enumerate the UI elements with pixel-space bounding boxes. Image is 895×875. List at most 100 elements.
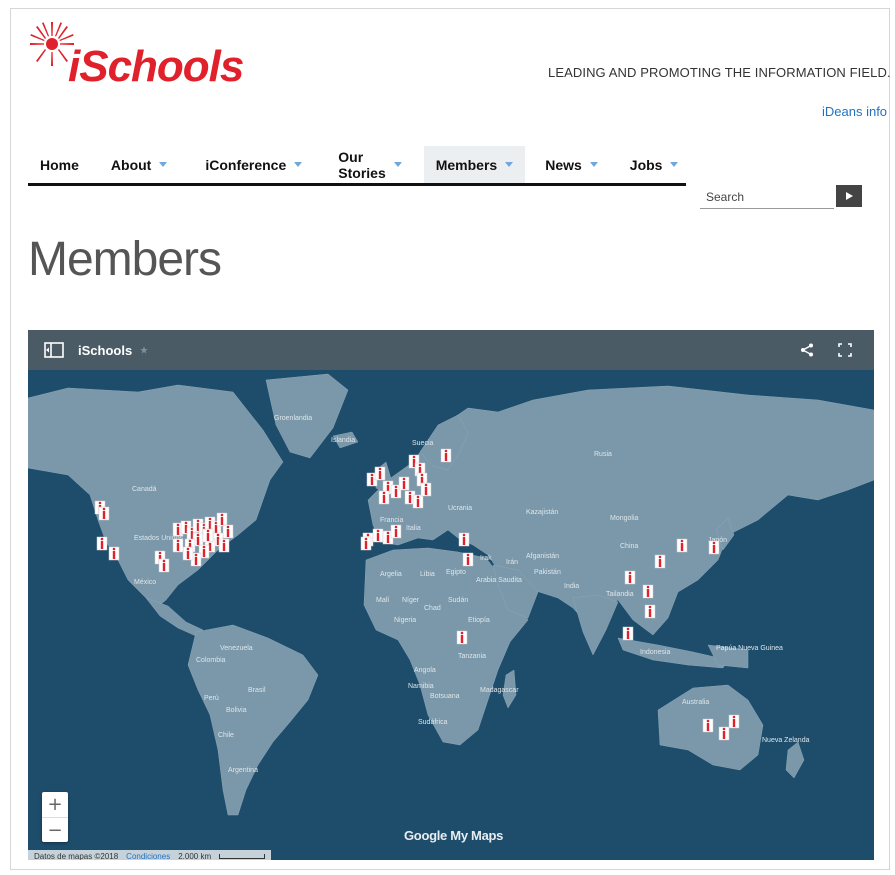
label-colombia: Colombia [196, 657, 226, 664]
label-francia: Francia [380, 517, 403, 524]
member-pin[interactable] [458, 532, 470, 547]
label-china: China [620, 543, 638, 550]
terms-link[interactable]: Condiciones [126, 852, 170, 861]
member-pin[interactable] [360, 536, 372, 551]
member-pin[interactable] [708, 540, 720, 555]
label-australia: Australia [682, 699, 709, 706]
member-pin[interactable] [420, 482, 432, 497]
nav-item-label: News [545, 156, 582, 173]
site-tagline: LEADING AND PROMOTING THE INFORMATION FI… [548, 65, 891, 80]
scale-label: 2.000 km [178, 851, 212, 861]
play-arrow-icon [846, 192, 853, 200]
label-mexico: México [134, 579, 156, 586]
chevron-down-icon [505, 162, 514, 167]
label-angola: Angola [414, 667, 436, 674]
label-brasil: Brasil [248, 687, 266, 694]
member-pin[interactable] [398, 476, 410, 491]
label-tailandia: Tailandia [606, 591, 634, 598]
label-egipto: Egipto [446, 569, 466, 576]
label-argentina: Argentina [228, 767, 258, 774]
nav-item-label: Jobs [629, 156, 663, 173]
label-rusia: Rusia [594, 451, 612, 458]
label-indonesia: Indonesia [640, 649, 670, 656]
search-box [700, 185, 862, 209]
label-iran: Irán [506, 559, 518, 566]
nav-item-our-stories[interactable]: Our Stories [326, 146, 413, 183]
search-submit-button[interactable] [836, 185, 862, 207]
label-venezuela: Venezuela [220, 645, 253, 652]
member-pin[interactable] [182, 546, 194, 561]
member-pin[interactable] [172, 538, 184, 553]
member-pin[interactable] [98, 506, 110, 521]
star-icon[interactable] [140, 346, 148, 354]
member-pin[interactable] [108, 546, 120, 561]
map-attribution: Datos de mapas ©2018 Condiciones 2.000 k… [28, 850, 272, 861]
nav-item-about[interactable]: About [99, 146, 179, 183]
member-pin[interactable] [728, 714, 740, 729]
zoom-out-button[interactable]: − [42, 817, 68, 842]
chevron-down-icon [159, 162, 168, 167]
member-pin[interactable] [456, 630, 468, 645]
member-pin[interactable] [202, 528, 214, 543]
member-pin[interactable] [676, 538, 688, 553]
chevron-down-icon [393, 162, 402, 167]
label-niger: Níger [402, 597, 420, 604]
member-pin[interactable] [158, 558, 170, 573]
embedded-map[interactable]: iSchools Groenlandia Islandia Suecia Rus… [28, 330, 874, 860]
member-pin[interactable] [440, 448, 452, 463]
label-peru: Perú [204, 695, 219, 702]
label-india: India [564, 583, 579, 590]
label-nueva-zelanda: Nueva Zelanda [762, 737, 810, 744]
member-pin[interactable] [378, 490, 390, 505]
page-title: Members [28, 233, 222, 286]
member-pin[interactable] [462, 552, 474, 567]
member-pin[interactable] [624, 570, 636, 585]
label-mongolia: Mongolia [610, 515, 639, 522]
nav-item-jobs[interactable]: Jobs [618, 146, 691, 183]
nav-item-news[interactable]: News [533, 146, 610, 183]
member-pin[interactable] [372, 528, 384, 543]
member-pin[interactable] [374, 466, 386, 481]
sidebar-toggle-icon[interactable] [44, 342, 64, 358]
logo-text: iSchools [68, 42, 244, 91]
member-pin[interactable] [622, 626, 634, 641]
nav-item-members[interactable]: Members [423, 146, 526, 183]
member-pin[interactable] [412, 494, 424, 509]
member-pin[interactable] [644, 604, 656, 619]
google-my-maps-logo: Google My Maps [404, 828, 504, 843]
member-pin[interactable] [96, 536, 108, 551]
label-sudafrica: Sudáfrica [418, 719, 448, 726]
label-afganistan: Afganistán [526, 553, 559, 560]
label-libia: Libia [420, 571, 435, 578]
label-bolivia: Bolivia [226, 707, 247, 714]
member-pin[interactable] [222, 524, 234, 539]
member-pin[interactable] [702, 718, 714, 733]
chevron-down-icon [670, 162, 679, 167]
nav-item-iconference[interactable]: iConference [193, 146, 314, 183]
label-chad: Chad [424, 605, 441, 612]
nav-item-home[interactable]: Home [28, 146, 91, 183]
ischools-logo[interactable]: iSchools [28, 22, 244, 91]
label-groenlandia: Groenlandia [274, 415, 312, 422]
map-title: iSchools [78, 342, 133, 358]
member-pin[interactable] [216, 512, 228, 527]
search-input[interactable] [700, 185, 834, 209]
nav-item-label: Home [40, 156, 79, 173]
member-pin[interactable] [642, 584, 654, 599]
member-pin[interactable] [654, 554, 666, 569]
label-kazajistan: Kazajistán [526, 509, 558, 516]
zoom-in-button[interactable]: + [42, 792, 68, 817]
label-sudan: Sudán [448, 597, 468, 604]
member-pin[interactable] [718, 726, 730, 741]
main-nav: Home About iConference Our Stories Membe… [28, 146, 686, 186]
share-icon[interactable] [800, 343, 814, 357]
label-argelia: Argelia [380, 571, 402, 578]
ideans-info-link[interactable]: iDeans info [822, 104, 887, 119]
member-pin[interactable] [218, 538, 230, 553]
chevron-down-icon [294, 162, 303, 167]
label-namibia: Namibia [408, 683, 434, 690]
label-italia: Italia [406, 525, 421, 532]
member-pin[interactable] [390, 524, 402, 539]
fullscreen-icon[interactable] [838, 343, 852, 357]
world-map[interactable]: Groenlandia Islandia Suecia Rusia Canadá… [28, 370, 874, 860]
